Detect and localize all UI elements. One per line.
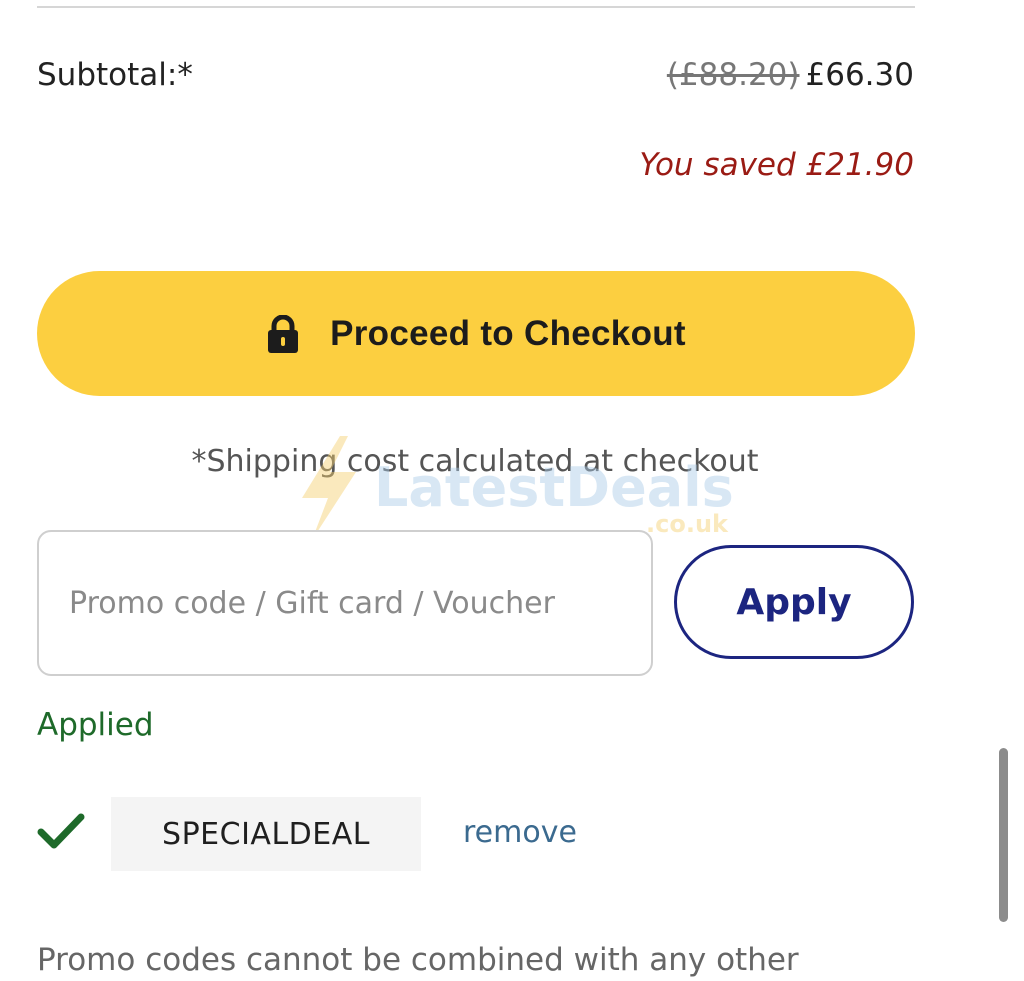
lock-icon [268,314,299,353]
applied-code: SPECIALDEAL [162,816,370,852]
subtotal-prices: (£88.20) £66.30 [667,55,914,95]
applied-heading: Applied [37,707,154,743]
promo-disclaimer: Promo codes cannot be combined with any … [37,942,799,978]
subtotal-price: £66.30 [805,57,914,93]
promo-code-input[interactable] [37,530,653,676]
watermark-suffix: .co.uk [646,510,729,538]
subtotal-label: Subtotal:* [37,57,193,93]
check-icon [37,813,85,849]
scrollbar[interactable] [999,748,1008,922]
section-divider [37,6,915,8]
apply-button[interactable]: Apply [674,545,914,659]
applied-code-chip: SPECIALDEAL [111,797,421,871]
proceed-to-checkout-button[interactable]: Proceed to Checkout [37,271,915,396]
shipping-note: *Shipping cost calculated at checkout [191,444,759,479]
checkout-button-label: Proceed to Checkout [330,313,686,353]
remove-code-link[interactable]: remove [463,813,577,853]
original-price: (£88.20) [666,57,800,93]
savings-text: You saved £21.90 [639,147,914,183]
